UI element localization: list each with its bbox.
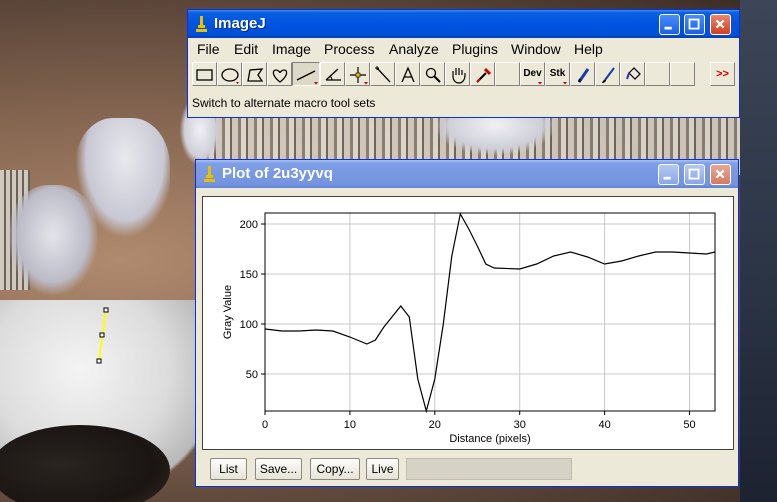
- line-icon: [296, 70, 318, 85]
- polygon-icon: [247, 68, 264, 82]
- tool-scroll[interactable]: [445, 62, 470, 86]
- plot-frame: [264, 212, 716, 412]
- minimize-icon: [664, 26, 672, 30]
- close-button[interactable]: [710, 14, 731, 35]
- hand-icon: [452, 68, 466, 84]
- live-button[interactable]: Live: [366, 458, 399, 480]
- maximize-button[interactable]: [684, 14, 705, 35]
- plot-title: Plot of 2u3yyvq: [222, 165, 333, 182]
- maximize-icon: [688, 168, 700, 180]
- tool-freehand[interactable]: [267, 62, 292, 86]
- minimize-button[interactable]: [659, 14, 680, 35]
- tool-magnifier[interactable]: [420, 62, 445, 86]
- microscope-icon: [204, 166, 215, 182]
- menu-window[interactable]: Window: [511, 41, 561, 57]
- y-tick-label: 150: [240, 269, 258, 281]
- y-tick-label: 200: [240, 219, 258, 231]
- brush-icon: [602, 67, 615, 83]
- rectangle-icon: [196, 69, 213, 81]
- y-tick-label: 100: [240, 319, 258, 331]
- plot-maximize-button[interactable]: [684, 164, 705, 185]
- more-tools-label: >>: [716, 68, 729, 80]
- tool-text[interactable]: [395, 62, 420, 86]
- imagej-titlebar[interactable]: ImageJ: [188, 10, 739, 38]
- x-axis-label: Distance (pixels): [449, 433, 530, 445]
- maximize-icon: [688, 18, 700, 30]
- oval-icon: [221, 68, 239, 84]
- microscope-icon: [196, 16, 207, 32]
- close-icon: [715, 19, 725, 29]
- plot-minimize-button[interactable]: [658, 164, 679, 185]
- line-handle-middle[interactable]: [99, 332, 105, 338]
- plot-panel[interactable]: 0 10 20 30 40 50 50 100 150 200 Distance (pixels) G…: [202, 196, 734, 450]
- menubar: File Edit Image Process Analyze Plugins …: [188, 38, 739, 60]
- dropdown-indicator-icon: [538, 82, 542, 85]
- tool-pencil[interactable]: [570, 62, 595, 86]
- x-tick-label: 40: [598, 419, 610, 431]
- wand-icon: [375, 66, 391, 83]
- menu-plugins[interactable]: Plugins: [452, 41, 498, 57]
- minimize-icon: [663, 176, 671, 180]
- crosshair-icon: [350, 67, 368, 85]
- list-button[interactable]: List: [210, 458, 247, 480]
- tool-rectangle[interactable]: [192, 62, 217, 86]
- angle-icon: [325, 68, 341, 81]
- tool-brush[interactable]: [595, 62, 620, 86]
- plot-titlebar[interactable]: Plot of 2u3yyvq: [196, 160, 738, 188]
- copy-button[interactable]: Copy...: [310, 458, 360, 480]
- x-tick-label: 30: [514, 419, 526, 431]
- tool-oval[interactable]: [217, 62, 242, 86]
- status-text: Switch to alternate macro tool sets: [192, 96, 376, 110]
- save-button[interactable]: Save...: [255, 458, 302, 480]
- x-tick-label: 50: [683, 419, 695, 431]
- tool-angle[interactable]: [320, 62, 345, 86]
- imagej-window: ImageJ File Edit Image Process Analyze P…: [187, 9, 740, 118]
- freehand-icon: [272, 69, 288, 83]
- tool-polygon[interactable]: [242, 62, 267, 86]
- text-icon: [401, 66, 415, 83]
- line-handle-end[interactable]: [96, 358, 102, 364]
- tool-blank-2[interactable]: [645, 62, 670, 86]
- menu-help[interactable]: Help: [574, 41, 603, 57]
- paint-bucket-icon: [626, 67, 641, 80]
- profile-plot[interactable]: 0 10 20 30 40 50 50 100 150 200 Distance (pixels) G…: [203, 197, 733, 449]
- close-icon: [715, 169, 725, 179]
- tool-flood-fill[interactable]: [620, 62, 645, 86]
- tool-blank-3[interactable]: [670, 62, 695, 86]
- plot-window: Plot of 2u3yyvq 0 10 20 30 40 50 50 100 150 200 Di…: [195, 159, 739, 487]
- line-handle-start[interactable]: [103, 307, 109, 313]
- tool-dev[interactable]: Dev: [520, 62, 545, 86]
- y-axis-label: Gray Value: [222, 285, 234, 339]
- menu-process[interactable]: Process: [324, 41, 375, 57]
- eyedropper-icon: [476, 67, 492, 83]
- x-tick-label: 10: [344, 419, 356, 431]
- imagej-title: ImageJ: [214, 15, 266, 32]
- series-line: [264, 212, 716, 414]
- x-tick-label: 20: [429, 419, 441, 431]
- tool-straight-line[interactable]: [292, 62, 320, 86]
- menu-analyze[interactable]: Analyze: [389, 41, 439, 57]
- plot-close-button[interactable]: [710, 164, 731, 185]
- tool-stk[interactable]: Stk: [545, 62, 570, 86]
- tool-more[interactable]: >>: [710, 62, 735, 86]
- dropdown-indicator-icon: [563, 82, 567, 85]
- tool-blank-1[interactable]: [495, 62, 520, 86]
- menu-image[interactable]: Image: [272, 41, 311, 57]
- tool-wand[interactable]: [370, 62, 395, 86]
- menu-file[interactable]: File: [197, 41, 220, 57]
- pencil-icon: [577, 68, 590, 83]
- menu-edit[interactable]: Edit: [234, 41, 258, 57]
- tool-point[interactable]: [345, 62, 370, 86]
- x-tick-label: 0: [262, 419, 268, 431]
- coordinates-field: [406, 458, 572, 480]
- magnifier-icon: [425, 67, 441, 83]
- y-tick-label: 50: [246, 369, 258, 381]
- tool-color-picker[interactable]: [470, 62, 495, 86]
